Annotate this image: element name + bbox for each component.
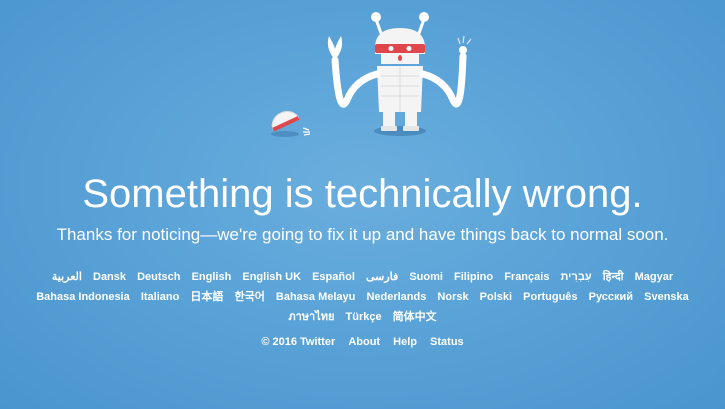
language-link[interactable]: Português [523,291,577,303]
language-item: हिन्दी [603,267,624,287]
language-item: English UK [242,267,301,287]
copyright-link[interactable]: © 2016 Twitter [261,336,335,348]
language-item: Italiano [141,287,180,307]
language-list: العربية Dansk Deutsch English English UK… [20,267,705,327]
language-link[interactable]: فارسی [366,271,398,283]
language-item: עִבְרִית [561,267,592,287]
footer-links: © 2016 Twitter About Help Status [0,333,725,351]
language-link[interactable]: हिन्दी [603,271,624,283]
language-link[interactable]: Svenska [644,291,689,303]
language-item: Polski [480,287,512,307]
language-link[interactable]: 한국어 [234,291,264,303]
language-item: Filipino [454,267,493,287]
language-link[interactable]: Suomi [409,271,443,283]
language-link[interactable]: العربية [52,271,82,283]
status-link[interactable]: Status [430,336,464,348]
error-message: Thanks for noticing—we're going to fix i… [56,225,669,244]
fallen-dome-piece [271,110,300,132]
language-item: Magyar [635,267,674,287]
language-item: Nederlands [366,287,426,307]
language-link[interactable]: Bahasa Indonesia [36,291,130,303]
language-link[interactable]: English UK [242,271,301,283]
language-link[interactable]: Español [312,271,355,283]
language-link[interactable]: Polski [480,291,512,303]
language-link[interactable]: English [192,271,232,283]
footer-item: Status [430,333,464,351]
language-item: 日本語 [190,287,223,307]
footer-item: Help [393,333,417,351]
language-link[interactable]: Русский [589,291,633,303]
language-item: Bahasa Melayu [276,287,355,307]
language-link[interactable]: Bahasa Melayu [276,291,355,303]
language-item: Español [312,267,355,287]
robot-illustration [255,0,485,150]
language-item: Français [504,267,549,287]
language-item: Norsk [437,287,468,307]
language-link[interactable]: Magyar [635,271,674,283]
footer-item: © 2016 Twitter [261,333,335,351]
language-link[interactable]: ภาษาไทย [288,311,334,323]
language-link[interactable]: Italiano [141,291,180,303]
language-item: Svenska [644,287,689,307]
language-item: Suomi [409,267,443,287]
language-item: 한국어 [234,287,264,307]
language-item: Deutsch [137,267,180,287]
language-link[interactable]: Nederlands [366,291,426,303]
language-link[interactable]: Dansk [93,271,126,283]
footer-item: About [348,333,380,351]
about-link[interactable]: About [348,336,380,348]
language-item: فارسی [366,267,398,287]
language-link[interactable]: Filipino [454,271,493,283]
language-link[interactable]: Deutsch [137,271,180,283]
language-item: 简体中文 [393,307,437,327]
language-item: Русский [589,287,633,307]
help-link[interactable]: Help [393,336,417,348]
language-item: العربية [52,267,82,287]
robot-icon [271,12,472,137]
language-item: English [192,267,232,287]
language-item: Português [523,287,577,307]
language-link[interactable]: 日本語 [190,291,223,303]
language-link[interactable]: Türkçe [346,311,382,323]
error-title: Something is technically wrong. [82,172,643,216]
language-link[interactable]: Norsk [437,291,468,303]
language-item: Bahasa Indonesia [36,287,130,307]
language-item: Türkçe [346,307,382,327]
language-link[interactable]: עִבְרִית [561,271,592,283]
language-link[interactable]: 简体中文 [393,311,437,323]
language-link[interactable]: Français [504,271,549,283]
language-item: ภาษาไทย [288,307,334,327]
language-item: Dansk [93,267,126,287]
